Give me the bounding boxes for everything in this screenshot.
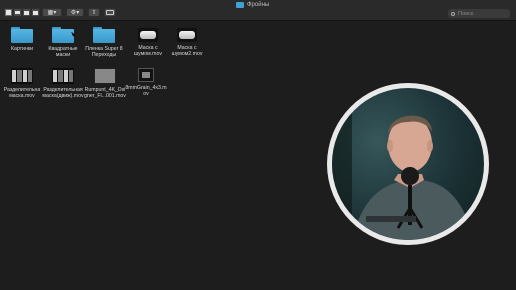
- tags-button[interactable]: [104, 8, 116, 17]
- list-icon: [15, 11, 20, 14]
- file-item-maska-s-shumom[interactable]: Маска с шумом.mov: [126, 28, 170, 58]
- file-label: 8mmGrain_4x3.m ov: [125, 85, 167, 98]
- gallery-icon: [33, 10, 38, 15]
- folder-icon: [236, 2, 244, 8]
- file-item-rumpunt-4k[interactable]: Rumpunt_4K_Dsi gner_Fl...001.mov: [83, 68, 127, 100]
- file-label: Rumpunt_4K_Dsi gner_Fl...001.mov: [84, 87, 126, 100]
- columns-icon: [24, 10, 29, 15]
- file-label: Квадратные маски: [48, 46, 78, 59]
- search-icon: [451, 11, 455, 16]
- file-item-8mmgrain[interactable]: 8mmGrain_4x3.m ov: [124, 68, 168, 98]
- webcam-overlay: [327, 83, 489, 245]
- file-label: Картинки: [11, 46, 33, 52]
- movie-file-icon: [177, 28, 197, 42]
- folder-icon: [93, 27, 115, 43]
- finder-toolbar: ▦ ▾ ⚙ ▾ ⇧ Фройны Поиск: [0, 0, 516, 21]
- file-label: Маска с шумом2.mov: [171, 45, 203, 58]
- file-item-razdelitelnaya-maska-dvizh[interactable]: Разделительная маска(движ).mov: [41, 68, 85, 100]
- movie-file-icon: [52, 68, 74, 84]
- grid-icon: [6, 10, 11, 15]
- folder-icon: [11, 27, 33, 43]
- webcam-video: [332, 88, 484, 240]
- file-item-maska-s-shumom2[interactable]: Маска с шумом2.mov: [165, 28, 209, 58]
- file-item-kvadratnye-maski[interactable]: Квадратные маски: [41, 27, 85, 59]
- file-label: Маска с шумом.mov: [134, 45, 162, 58]
- action-menu-button[interactable]: ⚙ ▾: [66, 8, 84, 17]
- gallery-view-button[interactable]: [31, 8, 40, 17]
- movie-file-icon: [138, 28, 158, 42]
- search-placeholder: Поиск: [458, 10, 474, 17]
- search-field[interactable]: Поиск: [448, 9, 510, 18]
- file-item-razdelitelna-maska[interactable]: Разделительна маска.mov: [0, 68, 44, 100]
- file-label: Разделительная маска(движ).mov: [42, 87, 84, 100]
- icon-view-button[interactable]: [4, 8, 13, 17]
- view-mode-segmented-control: [4, 8, 40, 17]
- folder-icon: [52, 27, 74, 43]
- person-video-icon: [332, 88, 474, 240]
- movie-file-icon: [11, 68, 33, 84]
- file-label: Разделительна маска.mov: [3, 87, 41, 100]
- share-button[interactable]: ⇧: [88, 8, 100, 17]
- group-by-button[interactable]: ▦ ▾: [42, 8, 62, 17]
- window-title: Фройны: [236, 2, 269, 8]
- chevron-down-icon: ▾: [76, 10, 80, 16]
- file-item-kartinki[interactable]: Картинки: [0, 27, 44, 52]
- list-view-button[interactable]: [13, 8, 22, 17]
- file-label: Пленка Super 8 Переходы: [85, 46, 123, 59]
- movie-file-icon: [138, 68, 154, 82]
- column-view-button[interactable]: [22, 8, 31, 17]
- file-item-plenka-super8[interactable]: Пленка Super 8 Переходы: [82, 27, 126, 59]
- tag-icon: [106, 10, 114, 15]
- movie-file-icon: [94, 68, 116, 84]
- share-icon: ⇧: [91, 10, 97, 16]
